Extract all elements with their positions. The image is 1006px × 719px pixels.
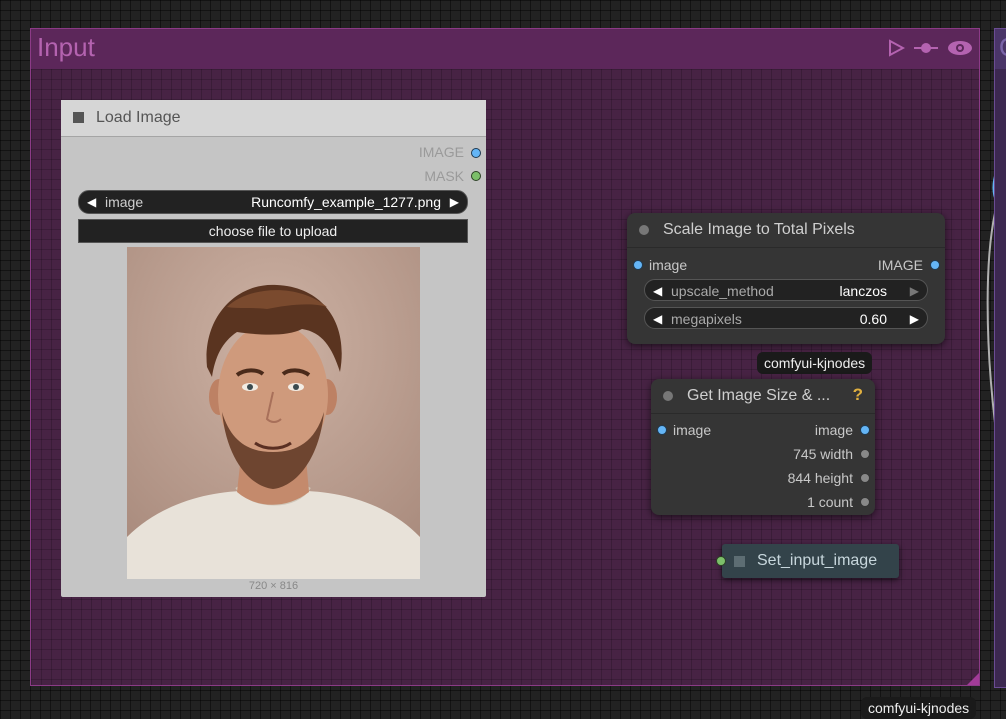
- group-resize-handle[interactable]: [967, 673, 979, 685]
- output-image-port[interactable]: [860, 425, 870, 435]
- arrow-right-icon[interactable]: ▶: [910, 280, 919, 302]
- output-height-port[interactable]: [860, 473, 870, 483]
- load-image-node[interactable]: Load Image IMAGE MASK ◀ image Runcomfy_e…: [61, 100, 486, 597]
- scale-image-node[interactable]: Scale Image to Total Pixels image IMAGE …: [627, 213, 945, 344]
- output-height-label: 844 height: [787, 470, 853, 486]
- bypass-icon[interactable]: [913, 39, 939, 57]
- help-icon[interactable]: ?: [853, 385, 863, 405]
- collapse-icon[interactable]: [73, 112, 84, 123]
- set-node-title: Set_input_image: [757, 552, 878, 569]
- arrow-left-icon[interactable]: ◀: [653, 308, 662, 330]
- group-next-header: O: [995, 29, 1006, 69]
- portrait-image: [127, 247, 420, 579]
- upload-button[interactable]: choose file to upload: [78, 219, 468, 243]
- input-image-label: image: [649, 257, 688, 273]
- megapixels-widget[interactable]: ◀ megapixels 0.60 ▶: [644, 307, 928, 329]
- image-dimensions: 720 × 816: [248, 580, 299, 592]
- collapse-icon[interactable]: [734, 556, 745, 567]
- output-image-label: IMAGE: [418, 144, 464, 160]
- eye-icon[interactable]: [947, 39, 973, 57]
- output-image-port[interactable]: [471, 148, 481, 158]
- scale-image-title: Scale Image to Total Pixels: [663, 221, 855, 238]
- load-image-title: Load Image: [96, 109, 181, 126]
- load-image-title-bar[interactable]: Load Image: [61, 100, 486, 137]
- node-source-badge: comfyui-kjnodes: [757, 352, 873, 374]
- megapixels-value: 0.60: [859, 311, 887, 327]
- arrow-left-icon[interactable]: ◀: [87, 191, 96, 213]
- collapse-icon[interactable]: [663, 391, 673, 401]
- image-combo-widget[interactable]: ◀ image Runcomfy_example_1277.png ▶: [78, 190, 468, 214]
- upscale-method-widget[interactable]: ◀ upscale_method lanczos ▶: [644, 279, 928, 301]
- output-width-port[interactable]: [860, 449, 870, 459]
- input-image-port[interactable]: [657, 425, 667, 435]
- upscale-method-label: upscale_method: [671, 283, 774, 299]
- play-icon[interactable]: [887, 39, 905, 57]
- set-input-image-node[interactable]: Set_input_image: [716, 544, 899, 578]
- megapixels-label: megapixels: [671, 311, 742, 327]
- group-next-title: O: [999, 32, 1006, 63]
- group-toolbar: [887, 39, 973, 57]
- get-image-size-node[interactable]: Get Image Size & ... ? image image 745 w…: [651, 379, 875, 515]
- output-image-label: image: [814, 422, 853, 438]
- collapse-icon[interactable]: [639, 225, 649, 235]
- image-preview: [127, 247, 420, 579]
- output-mask-port[interactable]: [471, 171, 481, 181]
- arrow-right-icon[interactable]: ▶: [910, 308, 919, 330]
- image-widget-value: Runcomfy_example_1277.png: [251, 194, 441, 210]
- scale-image-title-bar[interactable]: Scale Image to Total Pixels: [627, 213, 945, 248]
- output-count-port[interactable]: [860, 497, 870, 507]
- arrow-right-icon[interactable]: ▶: [450, 191, 459, 213]
- input-image-port[interactable]: [633, 260, 643, 270]
- get-image-size-title-bar[interactable]: Get Image Size & ... ?: [651, 379, 875, 414]
- output-mask-label: MASK: [424, 168, 464, 184]
- output-count-label: 1 count: [807, 494, 853, 510]
- output-image-label: IMAGE: [877, 257, 923, 273]
- group-next[interactable]: O: [994, 28, 1006, 688]
- image-widget-label: image: [105, 194, 144, 210]
- group-header[interactable]: Input: [31, 29, 979, 69]
- arrow-left-icon[interactable]: ◀: [653, 280, 662, 302]
- group-title: Input: [37, 32, 95, 62]
- input-image-label: image: [673, 422, 712, 438]
- output-width-label: 745 width: [793, 446, 853, 462]
- node-source-badge-bottom: comfyui-kjnodes: [861, 697, 977, 719]
- get-image-size-title: Get Image Size & ...: [687, 387, 831, 404]
- input-port[interactable]: [716, 556, 726, 566]
- output-image-port[interactable]: [930, 260, 940, 270]
- upscale-method-value: lanczos: [839, 283, 887, 299]
